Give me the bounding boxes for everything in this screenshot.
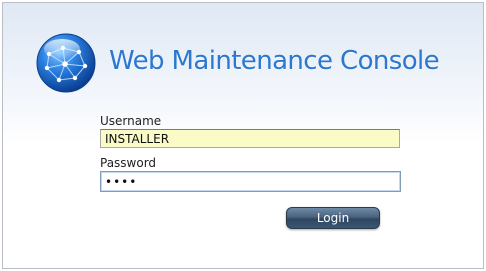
username-label: Username [100, 114, 162, 128]
login-button[interactable]: Login [286, 207, 380, 229]
globe-network-icon [36, 33, 96, 93]
app-title: Web Maintenance Console [109, 46, 440, 76]
password-label: Password [100, 156, 157, 170]
username-input[interactable] [100, 129, 400, 148]
login-panel: Web Maintenance Console Username Passwor… [2, 2, 484, 269]
password-input[interactable] [100, 171, 401, 192]
